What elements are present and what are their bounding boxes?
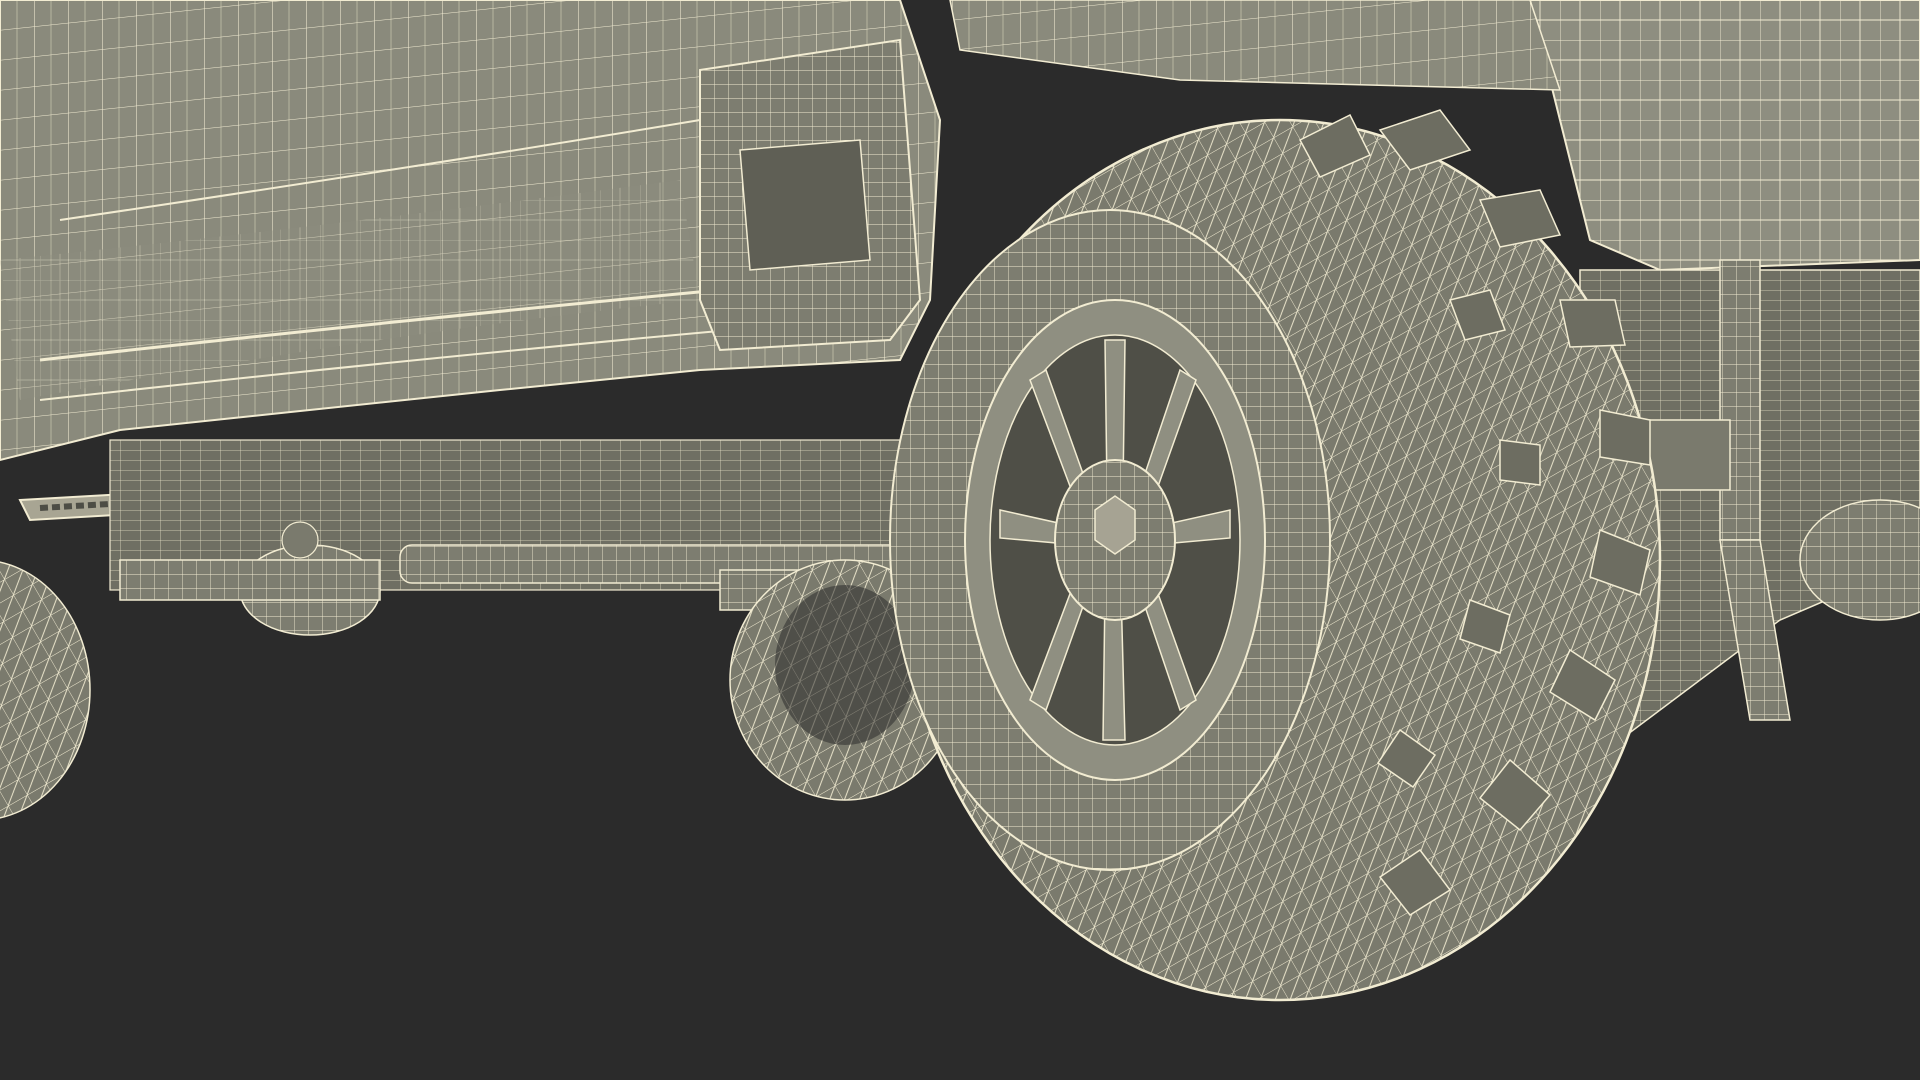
render-viewport	[0, 0, 1920, 1080]
fender-flare	[699, 38, 922, 352]
shock-absorber	[1719, 259, 1761, 541]
wireframe-scene	[0, 0, 1920, 1080]
